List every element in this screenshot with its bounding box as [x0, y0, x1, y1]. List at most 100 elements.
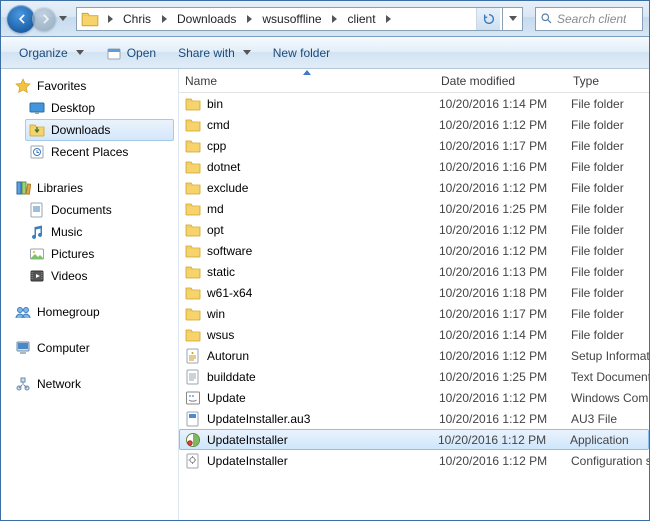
file-row[interactable]: exclude10/20/2016 1:12 PMFile folder — [179, 177, 649, 198]
file-type: File folder — [571, 223, 649, 237]
sidebar-network-label: Network — [37, 377, 81, 391]
refresh-button[interactable] — [476, 8, 500, 30]
column-header-type[interactable]: Type — [567, 69, 649, 92]
file-row[interactable]: software10/20/2016 1:12 PMFile folder — [179, 240, 649, 261]
file-row[interactable]: UpdateInstaller10/20/2016 1:12 PMApplica… — [179, 429, 649, 450]
file-row[interactable]: win10/20/2016 1:17 PMFile folder — [179, 303, 649, 324]
file-name: win — [207, 307, 439, 321]
file-row[interactable]: UpdateInstaller.au310/20/2016 1:12 PMAU3… — [179, 408, 649, 429]
search-input[interactable]: Search client — [535, 7, 643, 31]
sidebar-item-label: Pictures — [51, 247, 94, 261]
sidebar-computer[interactable]: Computer — [11, 337, 174, 359]
open-button[interactable]: Open — [96, 41, 166, 65]
file-row[interactable]: builddate10/20/2016 1:25 PMText Document — [179, 366, 649, 387]
file-name: w61-x64 — [207, 286, 439, 300]
sidebar-homegroup-label: Homegroup — [37, 305, 100, 319]
breadcrumb-segment[interactable]: client — [342, 8, 382, 30]
file-name: UpdateInstaller.au3 — [207, 412, 439, 426]
file-name: static — [207, 265, 439, 279]
au3-icon — [185, 411, 201, 427]
organize-button[interactable]: Organize — [9, 41, 94, 65]
chevron-right-icon — [162, 15, 167, 23]
file-row[interactable]: UpdateInstaller10/20/2016 1:12 PMConfigu… — [179, 450, 649, 471]
file-row[interactable]: bin10/20/2016 1:14 PMFile folder — [179, 93, 649, 114]
history-dropdown[interactable] — [56, 16, 70, 21]
column-header-name[interactable]: Name — [179, 69, 435, 92]
sidebar-item-recent-places[interactable]: Recent Places — [25, 141, 174, 163]
file-name: cpp — [207, 139, 439, 153]
file-list: Name Date modified Type bin10/20/2016 1:… — [179, 69, 649, 520]
file-type: AU3 File — [571, 412, 649, 426]
cmd-icon — [185, 390, 201, 406]
column-header-date[interactable]: Date modified — [435, 69, 567, 92]
file-name: UpdateInstaller — [207, 454, 439, 468]
file-row[interactable]: cmd10/20/2016 1:12 PMFile folder — [179, 114, 649, 135]
file-date: 10/20/2016 1:12 PM — [439, 181, 571, 195]
toolbar: Organize Open Share with New folder — [1, 37, 649, 69]
sidebar-item-pictures[interactable]: Pictures — [25, 243, 174, 265]
organize-label: Organize — [19, 46, 68, 60]
sidebar-item-icon — [29, 224, 45, 240]
column-name-label: Name — [185, 74, 217, 88]
network-icon — [15, 376, 31, 392]
sidebar-item-downloads[interactable]: Downloads — [25, 119, 174, 141]
file-row[interactable]: opt10/20/2016 1:12 PMFile folder — [179, 219, 649, 240]
breadcrumb-arrow[interactable] — [328, 8, 342, 30]
file-row[interactable]: Autorun10/20/2016 1:12 PMSetup Informati… — [179, 345, 649, 366]
sidebar-item-music[interactable]: Music — [25, 221, 174, 243]
sidebar-item-videos[interactable]: Videos — [25, 265, 174, 287]
breadcrumb-arrow[interactable] — [242, 8, 256, 30]
folder-icon — [185, 159, 201, 175]
sidebar-group-computer: Computer — [11, 337, 174, 359]
sidebar-item-label: Desktop — [51, 101, 95, 115]
sidebar-network[interactable]: Network — [11, 373, 174, 395]
main-area: Favorites DesktopDownloadsRecent Places … — [1, 69, 649, 520]
inf-icon — [185, 348, 201, 364]
file-row[interactable]: static10/20/2016 1:13 PMFile folder — [179, 261, 649, 282]
chevron-right-icon — [108, 15, 113, 23]
file-row[interactable]: cpp10/20/2016 1:17 PMFile folder — [179, 135, 649, 156]
chevron-right-icon — [332, 15, 337, 23]
file-date: 10/20/2016 1:16 PM — [439, 160, 571, 174]
sidebar-libraries-header[interactable]: Libraries — [11, 177, 174, 199]
breadcrumb-root-arrow[interactable] — [103, 8, 117, 30]
file-date: 10/20/2016 1:12 PM — [439, 223, 571, 237]
breadcrumb-arrow[interactable] — [157, 8, 171, 30]
file-row[interactable]: w61-x6410/20/2016 1:18 PMFile folder — [179, 282, 649, 303]
file-date: 10/20/2016 1:14 PM — [439, 97, 571, 111]
file-row[interactable]: Update10/20/2016 1:12 PMWindows Command — [179, 387, 649, 408]
breadcrumb[interactable]: Chris Downloads wsusoffline client — [76, 7, 503, 31]
sidebar-group-libraries: Libraries Documents Music Pictures Videos — [11, 177, 174, 287]
sidebar-group-favorites: Favorites Desktop Downloads Recent Places — [11, 75, 174, 163]
new-folder-button[interactable]: New folder — [263, 41, 340, 65]
libraries-icon — [15, 180, 31, 196]
folder-icon — [185, 201, 201, 217]
file-date: 10/20/2016 1:12 PM — [439, 244, 571, 258]
address-bar: Chris Downloads wsusoffline client — [76, 7, 523, 31]
folder-icon — [185, 117, 201, 133]
sidebar-item-documents[interactable]: Documents — [25, 199, 174, 221]
file-date: 10/20/2016 1:12 PM — [439, 412, 571, 426]
sidebar-item-icon — [29, 268, 45, 284]
folder-icon — [185, 264, 201, 280]
breadcrumb-segment[interactable]: wsusoffline — [256, 8, 327, 30]
sidebar-homegroup[interactable]: Homegroup — [11, 301, 174, 323]
back-button[interactable] — [7, 5, 35, 33]
address-dropdown[interactable] — [503, 7, 523, 31]
sort-ascending-icon — [303, 70, 311, 75]
sidebar-item-label: Downloads — [51, 123, 110, 137]
forward-button[interactable] — [32, 7, 56, 31]
breadcrumb-arrow[interactable] — [382, 8, 396, 30]
sidebar-item-desktop[interactable]: Desktop — [25, 97, 174, 119]
file-type: File folder — [571, 160, 649, 174]
sidebar-favorites-header[interactable]: Favorites — [11, 75, 174, 97]
breadcrumb-segment[interactable]: Chris — [117, 8, 157, 30]
file-date: 10/20/2016 1:12 PM — [439, 349, 571, 363]
share-button[interactable]: Share with — [168, 41, 261, 65]
file-row[interactable]: dotnet10/20/2016 1:16 PMFile folder — [179, 156, 649, 177]
file-row[interactable]: md10/20/2016 1:25 PMFile folder — [179, 198, 649, 219]
sidebar-item-label: Documents — [51, 203, 112, 217]
breadcrumb-segment[interactable]: Downloads — [171, 8, 242, 30]
file-date: 10/20/2016 1:12 PM — [439, 118, 571, 132]
file-row[interactable]: wsus10/20/2016 1:14 PMFile folder — [179, 324, 649, 345]
